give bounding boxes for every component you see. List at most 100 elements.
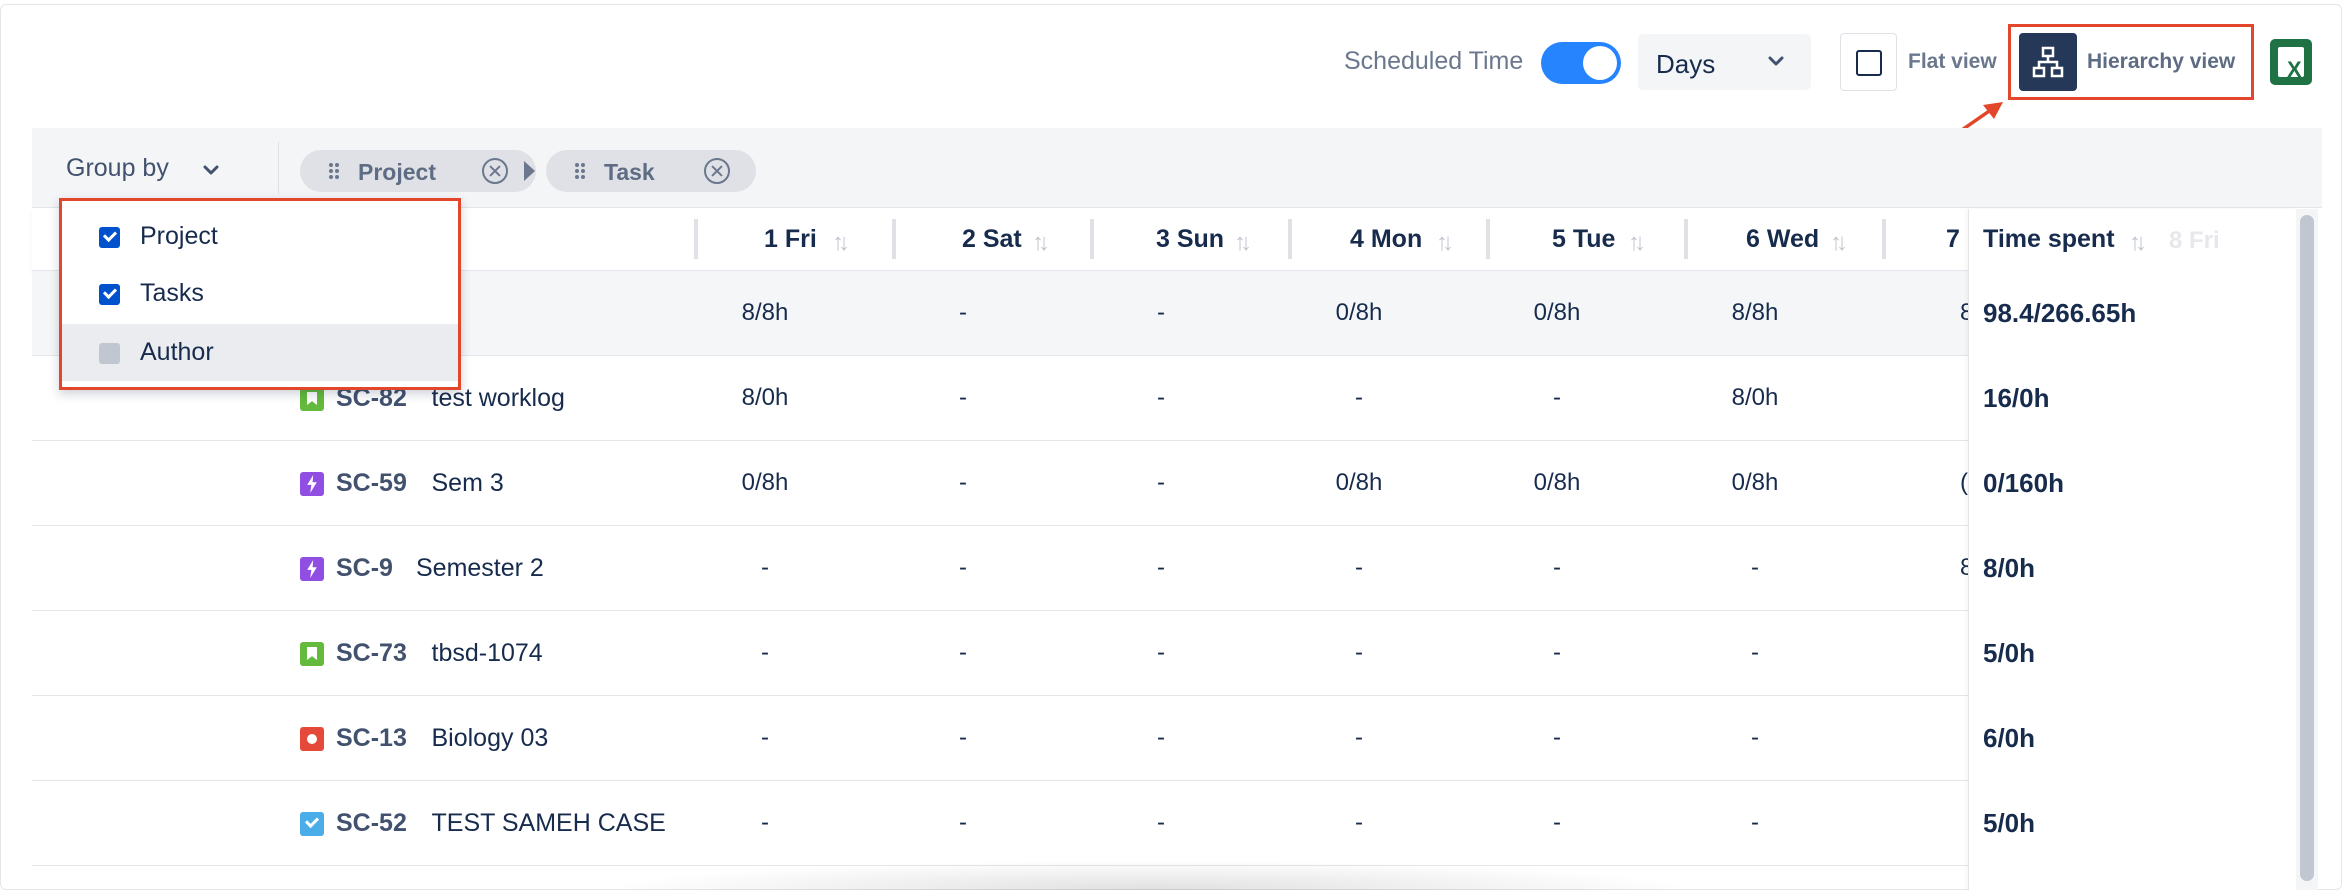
day-cell[interactable]: - [1656, 526, 1854, 610]
checkbox-checked-icon[interactable] [99, 227, 120, 248]
sort-icon[interactable]: ↑↓ [2129, 229, 2147, 257]
drag-handle-icon[interactable] [574, 162, 586, 180]
sort-icon[interactable]: ↑↓ [1032, 229, 1050, 257]
menu-item-label: Tasks [140, 279, 204, 307]
issue-key[interactable]: SC-52 [336, 781, 407, 865]
checkbox-unchecked-icon[interactable] [99, 343, 120, 364]
menu-item-tasks[interactable]: Tasks [62, 265, 458, 322]
day-cell[interactable]: - [1260, 611, 1458, 695]
day-cell[interactable]: 8/8h [1656, 271, 1854, 355]
day-cell[interactable]: - [1260, 781, 1458, 865]
issue-key[interactable]: SC-59 [336, 441, 407, 525]
table-row[interactable]: SC-9 Semester 2------8 [32, 526, 2296, 611]
day-cell[interactable]: - [1656, 611, 1854, 695]
day-cell[interactable]: 0/8h [1260, 441, 1458, 525]
day-cell[interactable]: - [1260, 526, 1458, 610]
column-header[interactable]: 2 Sat ↑↓ [896, 209, 1094, 271]
table-row[interactable]: SC-52 TEST SAMEH CASE - - - - - - [32, 781, 2296, 866]
day-cell[interactable]: - [864, 611, 1062, 695]
day-cell[interactable]: - [666, 526, 864, 610]
excel-icon[interactable]: X [2270, 39, 2312, 85]
issue-key[interactable]: SC-13 [336, 696, 407, 780]
day-cell[interactable]: 0/8h [1458, 441, 1656, 525]
drag-handle-icon[interactable] [328, 162, 340, 180]
group-by-label[interactable]: Group by [66, 154, 169, 183]
table-row[interactable]: SC-59 Sem 3 0/8h - -0/8h 0/8h 0/8h( [32, 441, 2296, 526]
table-row[interactable]: SC-73 tbsd-1074- - - - - - [32, 611, 2296, 696]
day-cell[interactable]: 8/8h [666, 271, 864, 355]
day-cell[interactable]: - [864, 781, 1062, 865]
vertical-scrollbar[interactable] [2296, 209, 2318, 890]
group-chip-project[interactable]: Project [300, 150, 536, 192]
day-cell[interactable]: - [864, 526, 1062, 610]
total-time-spent: 98.4/266.65h [1983, 298, 2137, 328]
day-cell[interactable]: - [1062, 696, 1260, 780]
remove-chip-icon[interactable] [704, 158, 730, 184]
table-row[interactable]: SC-13 Biology 03- - - - - - [32, 696, 2296, 781]
day-cell[interactable]: - [864, 356, 1062, 440]
flat-view-checkbox[interactable] [1840, 33, 1897, 91]
scrollbar-thumb[interactable] [2300, 215, 2314, 881]
flat-view-label[interactable]: Flat view [1908, 50, 1997, 74]
column-header[interactable]: 6 Wed ↑↓ [1688, 209, 1886, 271]
sort-icon[interactable]: ↑↓ [1436, 229, 1454, 257]
group-chip-task[interactable]: Task [546, 150, 756, 192]
day-cell[interactable]: - [1260, 696, 1458, 780]
issue-key[interactable]: SC-73 [336, 611, 407, 695]
day-cell[interactable]: - [1260, 356, 1458, 440]
story-issue-icon [300, 642, 324, 666]
story-issue-icon [300, 387, 324, 411]
remove-chip-icon[interactable] [482, 158, 508, 184]
day-cell[interactable]: - [1458, 781, 1656, 865]
day-cell[interactable]: - [666, 696, 864, 780]
day-cell[interactable]: 0/8h [1458, 271, 1656, 355]
sort-icon[interactable]: ↑↓ [832, 229, 850, 257]
sort-icon[interactable]: ↑↓ [1234, 229, 1252, 257]
day-cell[interactable]: - [1062, 356, 1260, 440]
drop-shadow [600, 860, 1700, 890]
checkbox-checked-icon[interactable] [99, 284, 120, 305]
period-select[interactable]: Days [1638, 34, 1811, 90]
day-cell[interactable]: - [1656, 696, 1854, 780]
day-cell[interactable]: 0/8h [1656, 441, 1854, 525]
day-cell[interactable]: 0/8h [666, 441, 864, 525]
day-cell[interactable]: - [1062, 611, 1260, 695]
bug-issue-icon [300, 727, 324, 751]
chevron-right-icon [524, 161, 535, 181]
day-cell[interactable]: - [1062, 781, 1260, 865]
day-cell[interactable]: - [1656, 781, 1854, 865]
day-cell[interactable]: - [864, 271, 1062, 355]
day-cell[interactable]: 0/8h [1260, 271, 1458, 355]
scheduled-time-toggle[interactable] [1541, 42, 1621, 84]
time-spent-header[interactable]: Time spent [1983, 225, 2115, 254]
sort-icon[interactable]: ↑↓ [1830, 229, 1848, 257]
menu-item-project[interactable]: Project [62, 208, 458, 265]
day-cell[interactable]: 8/0h [1656, 356, 1854, 440]
epic-issue-icon [300, 472, 324, 496]
day-cell[interactable]: - [666, 611, 864, 695]
hidden-column-header: 8 Fri [2169, 227, 2220, 254]
day-cell[interactable]: - [864, 696, 1062, 780]
column-header[interactable]: 5 Tue ↑↓ [1490, 209, 1688, 271]
day-cell[interactable]: - [1458, 696, 1656, 780]
day-cell[interactable]: - [1458, 526, 1656, 610]
day-cell[interactable]: - [1062, 441, 1260, 525]
day-cell[interactable]: - [1458, 611, 1656, 695]
day-cell[interactable]: - [666, 781, 864, 865]
chip-label: Task [604, 159, 655, 185]
day-cell[interactable]: - [1062, 271, 1260, 355]
task-issue-icon [300, 812, 324, 836]
column-header[interactable]: 1 Fri ↑↓ [698, 209, 896, 271]
issue-key[interactable]: SC-9 [336, 526, 393, 610]
time-spent-cell: 6/0h [1983, 723, 2036, 753]
chevron-down-icon [1768, 56, 1784, 66]
day-cell[interactable]: 8/0h [666, 356, 864, 440]
sort-icon[interactable]: ↑↓ [1628, 229, 1646, 257]
column-header[interactable]: 3 Sun ↑↓ [1094, 209, 1292, 271]
day-cell[interactable]: - [1062, 526, 1260, 610]
menu-item-author[interactable]: Author [62, 324, 458, 381]
chevron-down-icon[interactable] [203, 164, 219, 176]
day-cell[interactable]: - [864, 441, 1062, 525]
day-cell[interactable]: - [1458, 356, 1656, 440]
column-header[interactable]: 4 Mon ↑↓ [1292, 209, 1490, 271]
